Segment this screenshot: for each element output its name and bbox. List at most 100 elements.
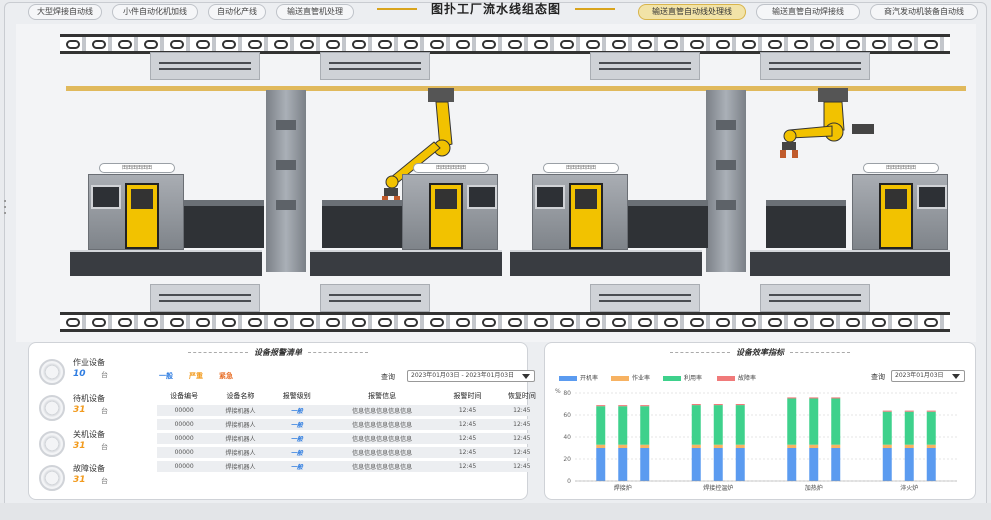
table-row[interactable]: 00000 焊接机器人 一般 信息信息信息信息信息 12:45 12:45	[157, 447, 549, 458]
efficiency-bar-chart: % 0 20 40 60 80 焊接炉 焊接控温炉 加热炉 淬火炉	[555, 388, 957, 492]
table-cell: 信息信息信息信息信息	[323, 447, 441, 458]
table-cell: 12:45	[494, 419, 549, 430]
floor-base	[510, 250, 702, 276]
column-header: 报警时间	[453, 392, 482, 400]
bar-segment	[809, 448, 819, 481]
tab-right-2[interactable]: 商汽发动机装备自动线	[870, 4, 978, 20]
vent-unit	[320, 284, 430, 312]
machine-station[interactable]: 田田田田田田	[852, 163, 948, 250]
side-handle[interactable]	[0, 80, 10, 330]
vent-unit	[150, 52, 260, 80]
y-tick-label: 80	[563, 390, 571, 397]
bar-segment	[882, 410, 892, 412]
table-cell: 一般	[269, 447, 324, 458]
bar-segment	[596, 406, 606, 445]
bar-segment	[640, 448, 650, 481]
bar-segment	[831, 448, 841, 481]
support-pillar	[266, 90, 306, 272]
table-cell: 一般	[269, 433, 324, 444]
machine-station[interactable]: 田田田田田田	[532, 163, 628, 250]
bar-segment	[618, 405, 628, 407]
table-row[interactable]: 00000 焊接机器人 一般 信息信息信息信息信息 12:45 12:45	[157, 433, 549, 444]
column-header: 恢复时间	[507, 392, 536, 400]
tab-left-1[interactable]: 小件自动化机加线	[112, 4, 198, 20]
floor-base	[70, 250, 262, 276]
table-cell: 焊接机器人	[211, 447, 270, 458]
column-header: 报警信息	[368, 392, 397, 400]
top-navigation: 大型焊接自动线 小件自动化机加线 自动化产线 输送直管机处理 图扑工厂流水线组态…	[0, 0, 991, 22]
table-cell: 焊接机器人	[211, 405, 270, 416]
tab-left-2[interactable]: 自动化产线	[208, 4, 266, 20]
date-select[interactable]: 2023年01月03日	[891, 370, 965, 382]
legend-item: 开机率	[559, 373, 598, 382]
floor-base	[750, 250, 950, 276]
bar-segment	[904, 444, 914, 448]
table-cell: 焊接机器人	[211, 461, 270, 472]
y-tick-label: 60	[563, 412, 571, 419]
bar-segment	[713, 404, 723, 406]
table-row[interactable]: 00000 焊接机器人 一般 信息信息信息信息信息 12:45 12:45	[157, 405, 549, 416]
machine-station[interactable]: 田田田田田田	[88, 163, 184, 250]
filter-normal[interactable]: 一般	[159, 371, 173, 381]
table-cell: 12:45	[440, 433, 495, 444]
floor-base	[310, 250, 502, 276]
filter-urgent[interactable]: 紧急	[219, 371, 233, 381]
table-cell: 信息信息信息信息信息	[323, 433, 441, 444]
bar-segment	[882, 448, 892, 481]
table-cell: 00000	[157, 447, 212, 458]
machine-tag: 田田田田田田	[543, 163, 619, 173]
filter-serious[interactable]: 严重	[189, 371, 203, 381]
table-cell: 12:45	[440, 419, 495, 430]
tab-left-0[interactable]: 大型焊接自动线	[28, 4, 102, 20]
bar-segment	[691, 404, 701, 406]
x-tick-label: 淬火炉	[900, 484, 918, 492]
table-cell: 12:45	[494, 461, 549, 472]
bar-segment	[809, 398, 819, 445]
table-cell: 00000	[157, 461, 212, 472]
efficiency-panel: 设备效率指标 开机率 作业率 利用率 故障率 查询 2023年01月03日 % 0…	[544, 342, 976, 500]
device-icon	[39, 465, 65, 491]
axis-unit-label: %	[555, 388, 561, 395]
bar-segment	[787, 398, 797, 445]
machine-tag: 田田田田田田	[99, 163, 175, 173]
bar-segment	[640, 444, 650, 448]
y-tick-label: 0	[567, 478, 571, 485]
table-cell: 信息信息信息信息信息	[323, 419, 441, 430]
bar-segment	[691, 448, 701, 481]
vent-unit	[320, 52, 430, 80]
bar-segment	[735, 404, 745, 406]
tab-right-0[interactable]: 输送直管自动线处理线	[638, 4, 746, 20]
column-header: 报警级别	[282, 392, 311, 400]
bar-segment	[618, 406, 628, 445]
bar-segment	[640, 405, 650, 407]
table-row[interactable]: 00000 焊接机器人 一般 信息信息信息信息信息 12:45 12:45	[157, 461, 549, 472]
table-cell: 00000	[157, 433, 212, 444]
table-cell: 00000	[157, 405, 212, 416]
tab-left-3[interactable]: 输送直管机处理	[276, 4, 354, 20]
column-header: 设备编号	[170, 392, 199, 400]
bar-segment	[596, 444, 606, 448]
table-cell: 一般	[269, 405, 324, 416]
bar-segment	[596, 448, 606, 481]
stat-standby: 待机设备 31 台	[39, 393, 139, 423]
machine-tag: 田田田田田田	[863, 163, 939, 173]
table-cell: 焊接机器人	[211, 419, 270, 430]
tab-right-1[interactable]: 输送直管自动焊接线	[756, 4, 860, 20]
stat-fault: 故障设备 31 台	[39, 463, 139, 493]
bar-segment	[882, 444, 892, 448]
bar-segment	[713, 444, 723, 448]
bar-segment	[787, 448, 797, 481]
legend-item: 作业率	[611, 373, 650, 382]
x-tick-label: 焊接炉	[614, 484, 632, 492]
bar-segment	[713, 448, 723, 481]
page-title: 图扑工厂流水线组态图	[377, 0, 615, 18]
bar-segment	[831, 398, 841, 445]
date-range-select[interactable]: 2023年01月03日 - 2023年01月03日	[407, 370, 535, 382]
bar-segment	[904, 411, 914, 445]
table-cell: 12:45	[440, 447, 495, 458]
table-row[interactable]: 00000 焊接机器人 一般 信息信息信息信息信息 12:45 12:45	[157, 419, 549, 430]
alarm-table: 设备编号 设备名称 报警级别 报警信息 报警时间 恢复时间 00000 焊接机器人…	[157, 387, 549, 475]
bottom-conveyor-rail	[60, 312, 950, 332]
bar-segment	[735, 444, 745, 448]
machine-station[interactable]: 田田田田田田	[402, 163, 498, 250]
